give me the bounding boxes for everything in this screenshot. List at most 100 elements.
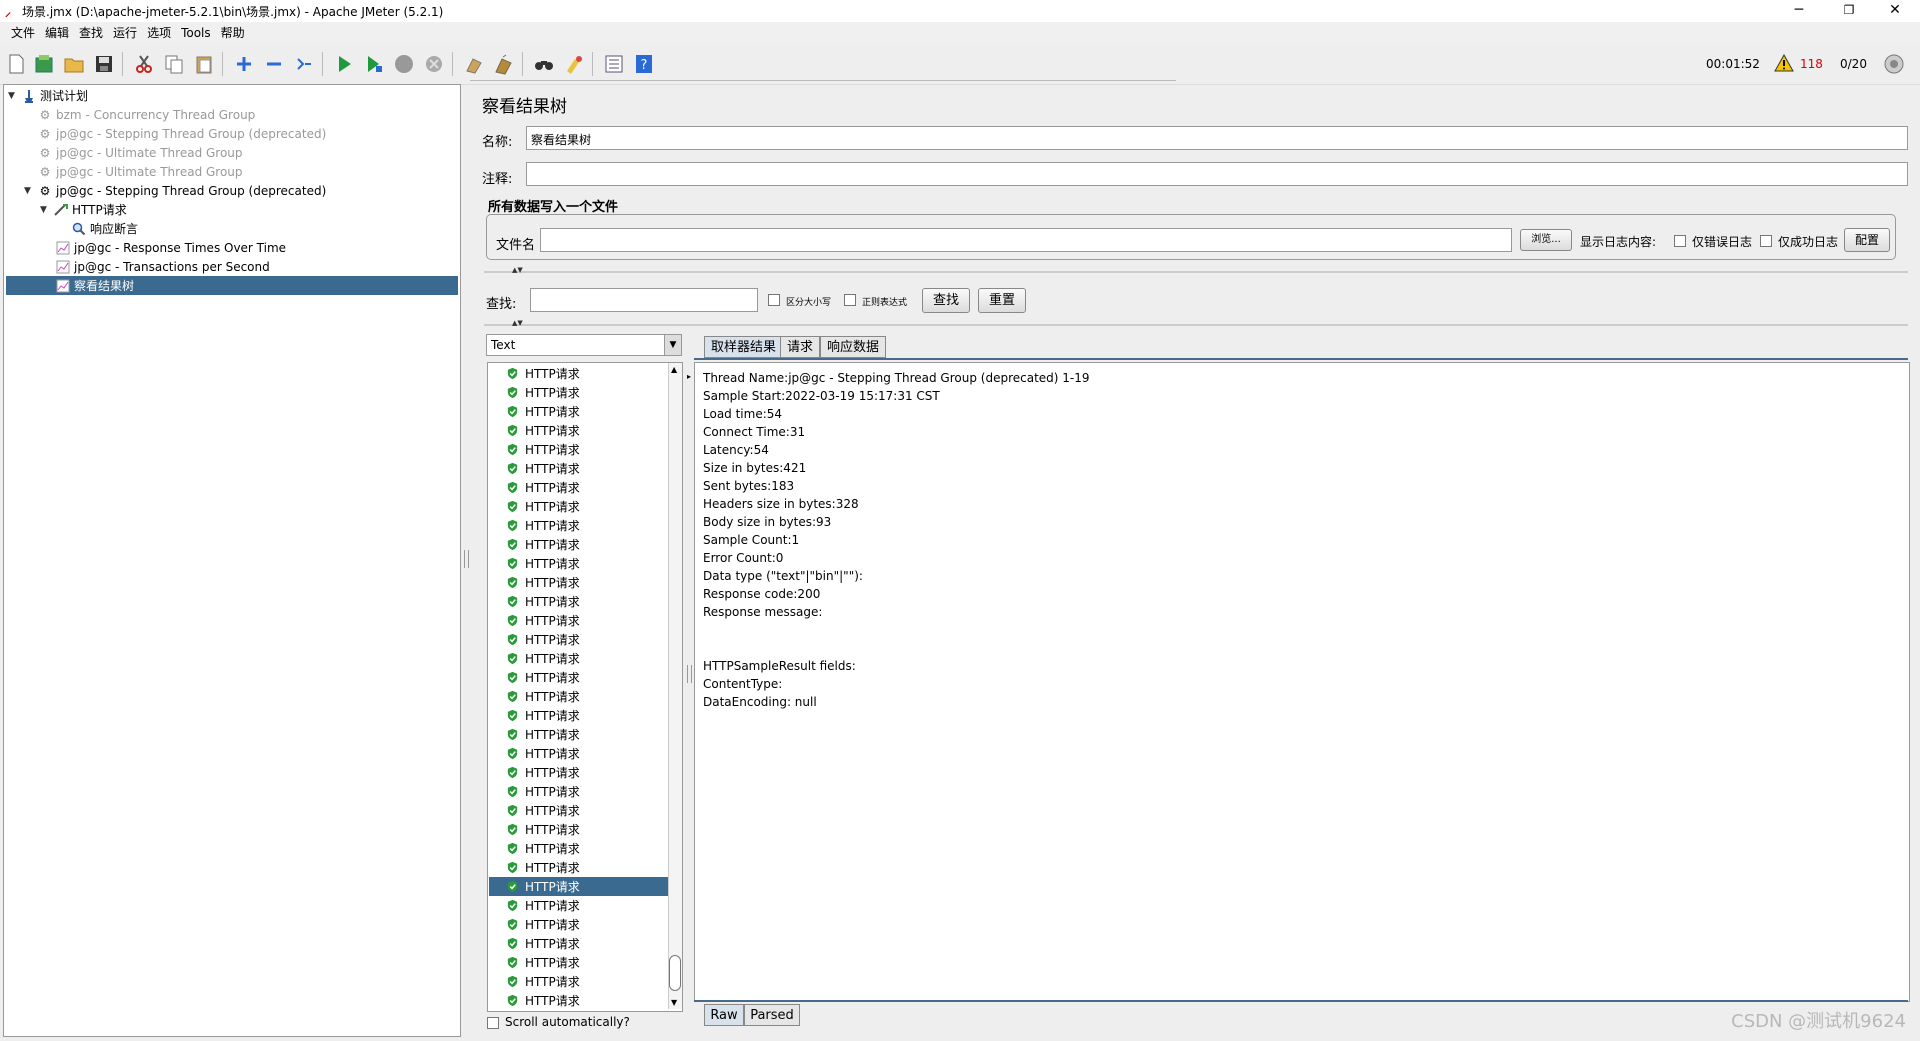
result-item[interactable]: HTTP请求: [506, 554, 676, 573]
close-button[interactable]: ✕: [1872, 0, 1918, 22]
minimize-button[interactable]: ─: [1776, 0, 1822, 22]
tree-node-transactions-per-second[interactable]: jp@gc - Transactions per Second: [54, 257, 270, 276]
browse-button[interactable]: 浏览...: [1520, 229, 1572, 251]
result-item[interactable]: HTTP请求: [506, 991, 676, 1010]
expand-toggle-icon[interactable]: ▼: [8, 91, 20, 101]
result-item[interactable]: HTTP请求: [506, 668, 676, 687]
result-item[interactable]: HTTP请求: [506, 972, 676, 991]
collapse-all-icon[interactable]: [262, 52, 286, 76]
result-item[interactable]: HTTP请求: [506, 763, 676, 782]
save-icon[interactable]: [92, 52, 116, 76]
collapse-arrows-icon[interactable]: ▲▼: [512, 319, 523, 327]
result-item[interactable]: HTTP请求: [506, 801, 676, 820]
tree-node-http-request[interactable]: ▼ HTTP请求: [40, 200, 127, 219]
menu-tools[interactable]: Tools: [176, 22, 216, 44]
result-item[interactable]: HTTP请求: [506, 516, 676, 535]
result-item[interactable]: HTTP请求: [506, 649, 676, 668]
scroll-thumb[interactable]: [669, 955, 681, 991]
result-item[interactable]: HTTP请求: [506, 440, 676, 459]
open-folder-icon[interactable]: [62, 52, 86, 76]
help-icon[interactable]: ?: [632, 52, 656, 76]
result-item[interactable]: HTTP请求: [506, 820, 676, 839]
result-item[interactable]: HTTP请求: [506, 896, 676, 915]
shutdown-icon[interactable]: [422, 52, 446, 76]
scroll-up-icon[interactable]: ▲: [671, 365, 677, 374]
panel-splitter[interactable]: [687, 665, 692, 683]
tab-raw[interactable]: Raw: [704, 1004, 744, 1026]
menu-run[interactable]: 运行: [108, 22, 142, 44]
result-item[interactable]: HTTP请求: [506, 706, 676, 725]
chevron-down-icon[interactable]: ▼: [664, 335, 681, 355]
tree-node-ultimate-group-1[interactable]: ⚙ jp@gc - Ultimate Thread Group: [36, 143, 243, 162]
result-item[interactable]: HTTP请求: [506, 839, 676, 858]
paste-icon[interactable]: [192, 52, 216, 76]
menu-edit[interactable]: 编辑: [40, 22, 74, 44]
clear-icon[interactable]: [462, 52, 486, 76]
splitter-arrow-icon[interactable]: ▸: [687, 372, 691, 381]
configure-button[interactable]: 配置: [1844, 228, 1890, 252]
menu-file[interactable]: 文件: [6, 22, 40, 44]
scroll-automatically-checkbox[interactable]: [487, 1017, 499, 1029]
result-item[interactable]: HTTP请求: [506, 915, 676, 934]
tree-node-stepping-group[interactable]: ▼ ⚙ jp@gc - Stepping Thread Group (depre…: [24, 181, 326, 200]
search-input[interactable]: [530, 288, 758, 312]
result-item[interactable]: HTTP请求: [506, 535, 676, 554]
tab-parsed[interactable]: Parsed: [744, 1004, 800, 1026]
tree-node-stepping-group-disabled[interactable]: ⚙ jp@gc - Stepping Thread Group (depreca…: [36, 124, 327, 143]
tab-response-data[interactable]: 响应数据: [820, 336, 887, 358]
result-item[interactable]: HTTP请求: [506, 402, 676, 421]
scroll-down-icon[interactable]: ▼: [671, 998, 677, 1007]
menu-options[interactable]: 选项: [142, 22, 176, 44]
renderer-select[interactable]: Text ▼: [486, 334, 682, 356]
result-item[interactable]: HTTP请求: [506, 611, 676, 630]
result-item[interactable]: HTTP请求: [506, 478, 676, 497]
reset-search-icon[interactable]: [562, 52, 586, 76]
tree-node-response-times[interactable]: jp@gc - Response Times Over Time: [54, 238, 286, 257]
result-item[interactable]: HTTP请求: [506, 782, 676, 801]
stop-icon[interactable]: [392, 52, 416, 76]
warning-icon[interactable]: [1774, 53, 1794, 75]
panel-splitter[interactable]: [464, 550, 469, 568]
name-field[interactable]: 察看结果树: [526, 126, 1908, 150]
regex-checkbox[interactable]: [844, 294, 856, 306]
result-item[interactable]: HTTP请求: [506, 592, 676, 611]
result-item[interactable]: HTTP请求: [506, 953, 676, 972]
reset-button[interactable]: 重置: [978, 288, 1026, 313]
toggle-icon[interactable]: [292, 52, 316, 76]
divider[interactable]: [484, 271, 1908, 273]
result-item[interactable]: HTTP请求: [506, 421, 676, 440]
tree-node-response-assertion[interactable]: 响应断言: [70, 219, 138, 238]
result-item[interactable]: HTTP请求: [506, 497, 676, 516]
tree-node-view-results-tree[interactable]: 察看结果树: [6, 276, 458, 295]
result-item[interactable]: HTTP请求: [506, 687, 676, 706]
copy-icon[interactable]: [162, 52, 186, 76]
comment-field[interactable]: [526, 162, 1908, 186]
find-button[interactable]: 查找: [922, 288, 970, 313]
result-item[interactable]: HTTP请求: [506, 573, 676, 592]
expand-toggle-icon[interactable]: ▼: [24, 186, 36, 196]
tree-node-concurrency-group[interactable]: ⚙ bzm - Concurrency Thread Group: [36, 105, 256, 124]
start-no-pauses-icon[interactable]: [362, 52, 386, 76]
start-icon[interactable]: [332, 52, 356, 76]
clear-all-icon[interactable]: [492, 52, 516, 76]
result-item[interactable]: HTTP请求: [506, 383, 676, 402]
errors-only-checkbox[interactable]: [1674, 235, 1686, 247]
function-helper-icon[interactable]: [602, 52, 626, 76]
collapse-arrows-icon[interactable]: ▲▼: [512, 266, 523, 274]
new-file-icon[interactable]: [4, 52, 28, 76]
restore-button[interactable]: ❐: [1826, 0, 1872, 22]
results-scrollbar[interactable]: ▲ ▼: [668, 363, 682, 1009]
tree-node-test-plan[interactable]: ▼ 测试计划: [8, 86, 88, 105]
tab-request[interactable]: 请求: [780, 336, 821, 358]
expand-toggle-icon[interactable]: ▼: [40, 205, 52, 215]
menu-help[interactable]: 帮助: [216, 22, 250, 44]
filename-field[interactable]: [540, 228, 1512, 252]
case-sensitive-checkbox[interactable]: [768, 294, 780, 306]
cut-icon[interactable]: [132, 52, 156, 76]
result-item[interactable]: HTTP请求: [506, 630, 676, 649]
search-binoculars-icon[interactable]: [532, 52, 556, 76]
tree-node-ultimate-group-2[interactable]: ⚙ jp@gc - Ultimate Thread Group: [36, 162, 243, 181]
result-item[interactable]: HTTP请求: [506, 858, 676, 877]
result-item[interactable]: HTTP请求: [506, 725, 676, 744]
tab-sampler-result[interactable]: 取样器结果: [704, 336, 784, 358]
